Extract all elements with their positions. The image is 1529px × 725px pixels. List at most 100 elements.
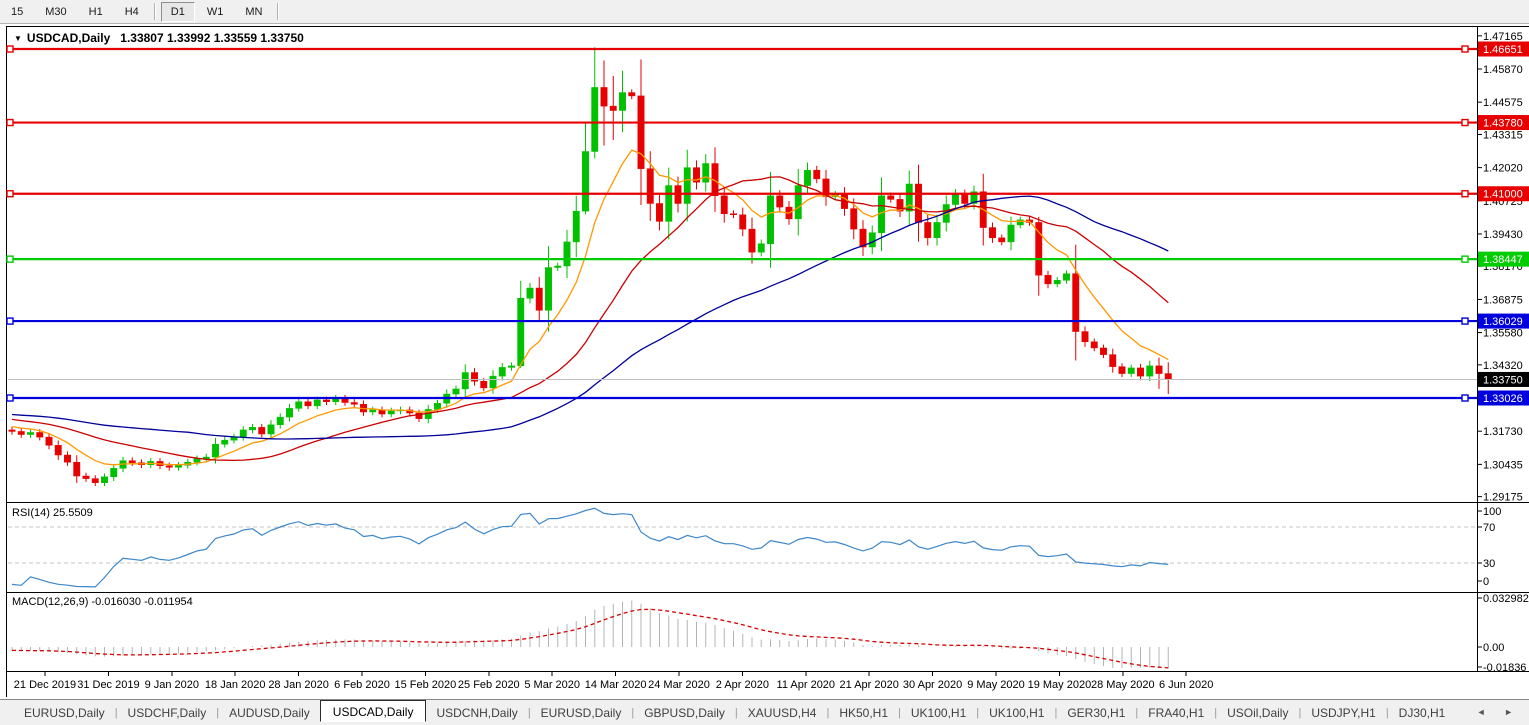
svg-text:1.36029: 1.36029 [1483, 316, 1523, 328]
svg-text:9 Jan 2020: 9 Jan 2020 [145, 679, 199, 691]
svg-text:1.30435: 1.30435 [1483, 459, 1523, 471]
chart-title: ▼ USDCAD,Daily 1.33807 1.33992 1.33559 1.3… [14, 31, 304, 45]
chart-tab-ger30-h1[interactable]: GER30,H1 [1057, 703, 1135, 723]
timeframe-button-w1[interactable]: W1 [197, 2, 234, 22]
svg-text:0: 0 [1483, 576, 1489, 588]
macd-panel: 0.0329820.00-0.01836 [12, 593, 1529, 674]
svg-text:1.47165: 1.47165 [1483, 31, 1523, 43]
timeframe-button-15[interactable]: 15 [1, 2, 33, 22]
svg-text:1.36875: 1.36875 [1483, 294, 1523, 306]
svg-text:28 Jan 2020: 28 Jan 2020 [268, 679, 329, 691]
svg-text:1.33026: 1.33026 [1483, 393, 1523, 405]
level-anchor[interactable] [1462, 395, 1468, 401]
svg-text:11 Apr 2020: 11 Apr 2020 [777, 679, 836, 691]
chart-tab-gbpusd-daily[interactable]: GBPUSD,Daily [634, 703, 735, 723]
timeframe-button-h1[interactable]: H1 [79, 2, 113, 22]
price-axis: 1.471651.458701.445751.433151.420201.407… [1478, 31, 1529, 504]
level-anchor[interactable] [7, 120, 13, 126]
svg-text:31 Dec 2019: 31 Dec 2019 [77, 679, 139, 691]
window-frame [6, 26, 1529, 697]
svg-text:1.43780: 1.43780 [1483, 118, 1523, 130]
timeframe-button-h4[interactable]: H4 [115, 2, 149, 22]
chart-tab-usdjpy-h1[interactable]: USDJPY,H1 [1301, 703, 1385, 723]
chart-tab-usdchf-daily[interactable]: USDCHF,Daily [118, 703, 217, 723]
ohlc-quote-line: 1.33807 1.33992 1.33559 1.33750 [120, 31, 304, 45]
svg-text:1.45870: 1.45870 [1483, 64, 1523, 76]
svg-text:1.31730: 1.31730 [1483, 426, 1523, 438]
svg-text:21 Apr 2020: 21 Apr 2020 [840, 679, 899, 691]
chart-tab-eurusd-daily[interactable]: EURUSD,Daily [14, 703, 115, 723]
level-anchor[interactable] [1462, 318, 1468, 324]
chart-tab-uk100-h1[interactable]: UK100,H1 [901, 703, 976, 723]
svg-text:24 Mar 2020: 24 Mar 2020 [648, 679, 710, 691]
svg-text:1.41000: 1.41000 [1483, 189, 1523, 201]
macd-indicator-label: MACD(12,26,9) -0.016030 -0.011954 [12, 596, 193, 608]
svg-text:1.34320: 1.34320 [1483, 360, 1523, 372]
svg-text:1.44575: 1.44575 [1483, 97, 1523, 109]
svg-text:28 May 2020: 28 May 2020 [1091, 679, 1155, 691]
chart-tab-fra40-h1[interactable]: FRA40,H1 [1138, 703, 1214, 723]
rsi-indicator-label: RSI(14) 25.5509 [12, 507, 93, 519]
svg-text:1.35580: 1.35580 [1483, 328, 1523, 340]
svg-text:30: 30 [1483, 558, 1495, 570]
level-anchor[interactable] [1462, 256, 1468, 262]
chart-tab-usdcad-daily[interactable]: USDCAD,Daily [320, 700, 427, 722]
svg-text:30 Apr 2020: 30 Apr 2020 [903, 679, 962, 691]
toolbar-separator [277, 3, 279, 20]
svg-text:0.00: 0.00 [1483, 642, 1504, 654]
level-anchor[interactable] [7, 256, 13, 262]
moving-averages-layer [12, 150, 1168, 465]
candles-layer [9, 47, 1172, 486]
timeframe-button-mn[interactable]: MN [235, 2, 272, 22]
level-anchor[interactable] [7, 191, 13, 197]
timeframe-button-d1[interactable]: D1 [161, 2, 195, 22]
level-anchor[interactable] [7, 46, 13, 52]
date-axis: 21 Dec 201931 Dec 2019 9 Jan 2020 18 Jan 2… [14, 672, 1214, 691]
svg-text:19 May 2020: 19 May 2020 [1028, 679, 1092, 691]
svg-text:15 Feb 2020: 15 Feb 2020 [395, 679, 457, 691]
svg-text:9 May 2020: 9 May 2020 [967, 679, 1024, 691]
ema-9-line [12, 150, 1168, 465]
svg-text:5 Mar 2020: 5 Mar 2020 [524, 679, 580, 691]
svg-text:6 Jun 2020: 6 Jun 2020 [1159, 679, 1213, 691]
level-anchor[interactable] [1462, 120, 1468, 126]
svg-text:1.33750: 1.33750 [1483, 374, 1523, 386]
svg-text:1.38447: 1.38447 [1483, 254, 1523, 266]
chart-tab-eurusd-daily[interactable]: EURUSD,Daily [531, 703, 632, 723]
chart-tab-hk50-h1[interactable]: HK50,H1 [829, 703, 898, 723]
level-anchor[interactable] [7, 395, 13, 401]
chart-tab-audusd-daily[interactable]: AUDUSD,Daily [219, 703, 320, 723]
svg-text:1.39430: 1.39430 [1483, 229, 1523, 241]
svg-text:1.46651: 1.46651 [1483, 44, 1523, 56]
svg-text:25 Feb 2020: 25 Feb 2020 [458, 679, 520, 691]
level-anchor[interactable] [1462, 46, 1468, 52]
macd-signal-line [12, 609, 1168, 668]
symbol-title: USDCAD,Daily [27, 31, 110, 45]
sma-22-line [12, 177, 1168, 461]
chart-tabbar: EURUSD,Daily|USDCHF,Daily|AUDUSD,DailyUS… [0, 699, 1529, 725]
svg-text:70: 70 [1483, 522, 1495, 534]
chart-tab-usoil-daily[interactable]: USOil,Daily [1217, 703, 1298, 723]
svg-text:1.29175: 1.29175 [1483, 492, 1523, 504]
svg-text:100: 100 [1483, 506, 1501, 518]
collapse-triangle-icon[interactable]: ▼ [14, 34, 22, 43]
level-anchor[interactable] [7, 318, 13, 324]
timeframe-button-m30[interactable]: M30 [35, 2, 76, 22]
level-anchor[interactable] [1462, 191, 1468, 197]
tab-scroll-arrows[interactable]: ◄ ► [1477, 707, 1521, 717]
svg-text:14 Mar 2020: 14 Mar 2020 [585, 679, 647, 691]
svg-text:21 Dec 2019: 21 Dec 2019 [14, 679, 76, 691]
chart-tab-dj30-h1[interactable]: DJ30,H1 [1389, 703, 1456, 723]
timeframe-toolbar: 15M30H1H4 D1W1MN [0, 0, 1529, 24]
toolbar-separator [154, 3, 156, 20]
chart-tab-xauusd-h4[interactable]: XAUUSD,H4 [738, 703, 827, 723]
chart-tab-uk100-h1[interactable]: UK100,H1 [979, 703, 1054, 723]
rsi-panel: 100 70 30 0 [8, 506, 1501, 588]
rsi-line [12, 508, 1168, 587]
svg-text:1.43315: 1.43315 [1483, 129, 1523, 141]
price-chart-canvas[interactable]: 1.471651.458701.445751.433151.420201.407… [0, 0, 1529, 725]
svg-text:18 Jan 2020: 18 Jan 2020 [205, 679, 266, 691]
svg-text:2 Apr 2020: 2 Apr 2020 [716, 679, 769, 691]
chart-tab-usdcnh-daily[interactable]: USDCNH,Daily [426, 703, 527, 723]
svg-text:-0.01836: -0.01836 [1483, 662, 1526, 674]
